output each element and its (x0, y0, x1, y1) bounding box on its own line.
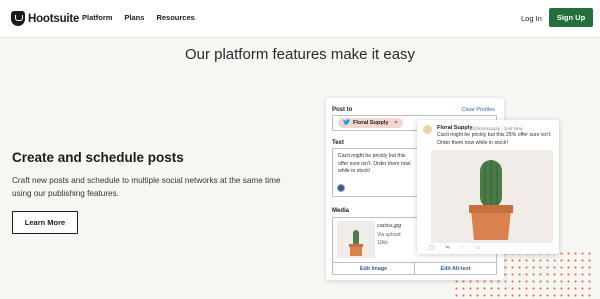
preview-post-text: Cacti might be prickly but this 25% offe… (437, 132, 552, 146)
emoji-icon[interactable] (337, 184, 345, 192)
preview-handle-time: @floralsupply · Just Now (472, 125, 523, 131)
main-nav: Platform Plans Resources (82, 13, 195, 22)
share-icon[interactable]: □ (476, 245, 479, 251)
retweet-icon[interactable]: ⇆ (446, 245, 450, 251)
hootsuite-logo[interactable]: Hootsuite (11, 11, 79, 26)
media-label: Media (332, 208, 350, 214)
site-header: Hootsuite Platform Plans Resources Log I… (0, 0, 600, 38)
preview-account-name: Floral Supply (437, 125, 473, 131)
media-edit-row: Edit Image Edit Alt-text (333, 262, 496, 274)
avatar (423, 125, 432, 134)
post-text-value: Cacti might be prickly but this offer su… (338, 153, 411, 174)
nav-platform[interactable]: Platform (82, 13, 112, 22)
twitter-icon (343, 119, 350, 127)
owl-logo-icon (11, 11, 25, 26)
cactus-image (431, 150, 553, 243)
profile-chip-label: Floral Supply (353, 120, 389, 126)
media-filename: cactus.jpg (377, 223, 402, 229)
reply-icon[interactable]: ◯ (429, 245, 435, 251)
edit-image-button[interactable]: Edit Image (333, 263, 415, 274)
feature-description: Craft new posts and schedule to multiple… (12, 176, 281, 198)
cactus-thumbnail[interactable] (337, 221, 375, 258)
feature-title: Create and schedule posts (12, 150, 184, 165)
signup-button[interactable]: Sign Up (549, 8, 593, 27)
login-link[interactable]: Log In (521, 14, 542, 23)
profile-chip[interactable]: Floral Supply × (338, 118, 403, 128)
section-headline: Our platform features make it easy (184, 46, 416, 63)
logo-text: Hootsuite (28, 12, 80, 25)
media-size: 10kb (377, 240, 388, 246)
post-preview-card: Floral Supply @floralsupply · Just Now C… (417, 120, 559, 254)
media-source: Via upload (377, 232, 401, 238)
edit-alt-text-button[interactable]: Edit Alt-text (415, 263, 496, 274)
text-label: Text (332, 140, 344, 146)
like-icon[interactable]: ♡ (461, 245, 465, 251)
post-to-label: Post to (332, 107, 353, 113)
nav-plans[interactable]: Plans (124, 13, 144, 22)
preview-actions: ◯ ⇆ ♡ □ (429, 245, 479, 251)
post-text-input[interactable]: Cacti might be prickly but this offer su… (332, 148, 422, 197)
nav-resources[interactable]: Resources (156, 13, 194, 22)
learn-more-button[interactable]: Learn More (12, 211, 78, 234)
chip-remove-icon[interactable]: × (394, 120, 397, 126)
clear-profiles-link[interactable]: Clear Profiles (461, 107, 495, 113)
